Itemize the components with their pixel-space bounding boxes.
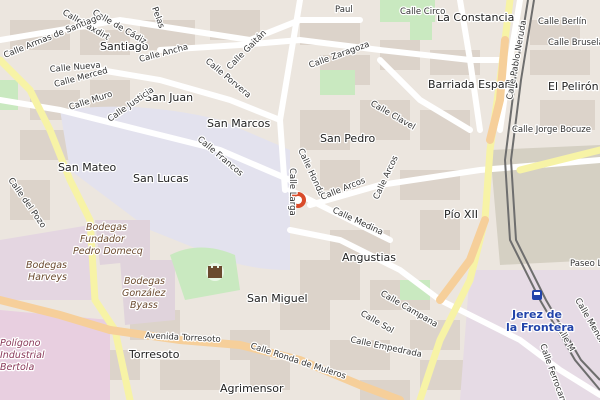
place-label-san-marcos: San Marcos — [207, 117, 270, 130]
poi-label-bodegas-domecq-line2: Fundador — [80, 234, 126, 245]
street-label-calle-circo: Calle Circo — [400, 7, 445, 17]
street-label-paseo-lo: Paseo Lo — [570, 259, 600, 269]
poi-label-poligono-line1: Polígono — [0, 338, 41, 349]
place-label-agrimensor: Agrimensor — [220, 382, 284, 395]
poi-label-bodegas-gonzalez-line3: Byass — [130, 300, 158, 311]
street-label-calle-paul: Paul — [335, 5, 353, 15]
street-label-calle-bruselas: Calle Bruselas — [548, 38, 600, 48]
map-layer: Santiago San Juan San Marcos San Pedro S… — [0, 0, 600, 400]
place-label-angustias: Angustias — [342, 251, 396, 264]
poi-label-poligono-line2: Industrial — [0, 350, 45, 361]
train-station-icon — [532, 290, 542, 300]
place-label-barriada-espana: Barriada España — [428, 78, 518, 91]
place-label-el-peliron: El Pelirón — [548, 80, 599, 93]
place-label-san-lucas: San Lucas — [133, 172, 189, 185]
place-label-san-mateo: San Mateo — [58, 161, 117, 174]
poi-label-bodegas-domecq-line1: Bodegas — [86, 222, 127, 233]
poi-label-bodegas-gonzalez-line2: González — [122, 288, 166, 299]
poi-label-station-line2: la Frontera — [506, 321, 574, 334]
place-label-la-constancia: La Constancia — [437, 11, 514, 24]
place-label-san-pedro: San Pedro — [320, 132, 375, 145]
castle-icon — [206, 263, 224, 281]
poi-label-bodegas-domecq-line3: Pedro Domecq — [73, 246, 143, 257]
poi-label-bodegas-harveys-line2: Harveys — [28, 272, 67, 283]
place-label-pio-xii: Pío XII — [444, 208, 478, 221]
poi-label-bodegas-harveys-line1: Bodegas — [26, 260, 67, 271]
poi-label-bodegas-gonzalez-line1: Bodegas — [124, 276, 165, 287]
place-label-torresoto: Torresoto — [128, 348, 180, 361]
map-canvas[interactable]: Santiago San Juan San Marcos San Pedro S… — [0, 0, 600, 400]
place-label-san-miguel: San Miguel — [247, 292, 308, 305]
street-label-calle-berlin: Calle Berlín — [538, 17, 586, 27]
street-label-calle-jorge-bocuze: Calle Jorge Bocuze — [512, 125, 591, 135]
poi-label-station-line1: Jerez de — [511, 308, 562, 321]
street-label-calle-larga: Calle Larga — [287, 168, 297, 216]
poi-label-poligono-line3: Bertola — [0, 362, 34, 373]
